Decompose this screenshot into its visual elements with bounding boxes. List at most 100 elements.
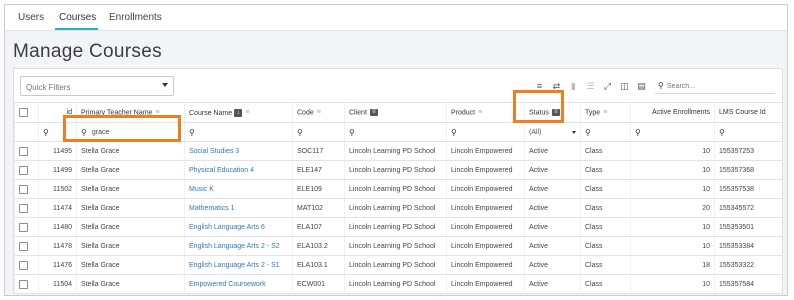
table-row[interactable]: 11504 Stella Grace Empowered Coursework … xyxy=(14,274,783,294)
header-label: Client xyxy=(349,109,367,117)
header-teacher[interactable]: Primary Teacher Name ≡ xyxy=(76,102,185,123)
cell-type: Class xyxy=(580,160,631,180)
table-row[interactable]: 11476 Stella Grace English Language Arts… xyxy=(14,255,783,275)
cell-status: Active xyxy=(524,160,581,180)
teacher-filter-input[interactable] xyxy=(91,128,152,136)
header-label: Product xyxy=(451,109,476,117)
filter-code[interactable]: ⚲ xyxy=(292,122,345,142)
cell-enrollments: 10 xyxy=(630,179,715,199)
table-row[interactable]: 11499 Stella Grace Physical Education 4 … xyxy=(14,160,783,180)
cell-code: ELE147 xyxy=(292,160,345,180)
filter-active-icon[interactable]: ≡ xyxy=(369,108,378,116)
expand-icon[interactable]: ⤢ xyxy=(602,81,613,92)
filter-icon[interactable]: ≡ xyxy=(603,109,607,116)
filter-icon[interactable]: ≡ xyxy=(245,109,249,116)
cell-course-link[interactable]: English Language Arts 6 xyxy=(184,217,293,237)
cell-enrollments: 10 xyxy=(630,141,715,161)
table-row[interactable]: 11478 Stella Grace English Language Arts… xyxy=(14,236,783,256)
header-status[interactable]: Status ≡ xyxy=(524,102,581,123)
cell-course-link[interactable]: English Language Arts 2 - S2 xyxy=(184,236,293,256)
table-row[interactable]: 11495 Stella Grace Social Studies 3 SOC1… xyxy=(14,141,783,161)
cell-course-link[interactable]: Empowered Coursework xyxy=(184,274,293,294)
table-row[interactable]: 11480 Stella Grace English Language Arts… xyxy=(14,217,783,237)
cell-enrollments: 20 xyxy=(630,198,715,218)
filter-teacher[interactable]: ⚲ xyxy=(76,122,185,142)
cell-course-link[interactable]: Music K xyxy=(184,179,293,199)
cell-course-link[interactable]: Physical Education 4 xyxy=(184,160,293,180)
cell-teacher: Stella Grace xyxy=(76,274,185,294)
row-checkbox[interactable] xyxy=(19,241,28,251)
delete-icon[interactable]: ▮ xyxy=(568,81,579,92)
filter-product[interactable]: ⚲ xyxy=(446,122,525,142)
header-client[interactable]: Client ≡ xyxy=(344,102,447,123)
filter-id[interactable]: ⚲ xyxy=(38,122,77,142)
cell-teacher: Stella Grace xyxy=(76,141,185,161)
header-course-name[interactable]: Course Name ↓ ≡ xyxy=(184,102,293,123)
courses-grid: ≡ ⇄ ▮ ☰ ⤢ ◫ ▤ ⚲ id Primary Teacher Name≡… xyxy=(13,68,783,294)
chevron-down-icon[interactable] xyxy=(572,130,576,134)
header-id[interactable]: id xyxy=(38,102,77,123)
quick-filters-input[interactable] xyxy=(21,78,151,97)
cell-course-link[interactable]: Mathematics 1 xyxy=(184,198,293,218)
row-checkbox[interactable] xyxy=(19,184,28,194)
cell-client: Lincoln Learning PD School xyxy=(344,160,447,180)
filter-icon[interactable]: ≡ xyxy=(155,109,159,116)
tab-users[interactable]: Users xyxy=(18,12,44,23)
cell-lms-id: 155357538 xyxy=(714,179,783,199)
cell-course-link[interactable]: Social Studies 3 xyxy=(184,141,293,161)
swap-icon[interactable]: ⇄ xyxy=(551,81,562,92)
filter-course-name[interactable]: ⚲ xyxy=(184,122,293,142)
grid-search[interactable]: ⚲ xyxy=(655,79,775,94)
filter-icon[interactable]: ≡ xyxy=(534,81,545,92)
filter-active-icon[interactable]: ≡ xyxy=(551,108,560,116)
search-icon: ⚲ xyxy=(349,127,355,137)
filter-client[interactable]: ⚲ xyxy=(344,122,447,142)
cell-teacher: Stella Grace xyxy=(76,236,185,256)
export-icon[interactable]: ◫ xyxy=(619,81,630,92)
filter-type[interactable]: ⚲ xyxy=(580,122,631,142)
header-type[interactable]: Type ≡ xyxy=(580,102,631,123)
select-all-cell xyxy=(14,102,39,123)
row-checkbox[interactable] xyxy=(19,279,28,289)
cell-course-link[interactable]: English Language Arts 2 - S1 xyxy=(184,255,293,275)
row-checkbox[interactable] xyxy=(19,146,28,156)
cell-lms-id: 155345572 xyxy=(714,198,783,218)
table-row[interactable]: 11502 Stella Grace Music K ELE109 Lincol… xyxy=(14,179,783,199)
tab-enrollments[interactable]: Enrollments xyxy=(109,12,162,23)
cell-lms-id: 155353501 xyxy=(714,217,783,237)
filter-status[interactable]: (All) xyxy=(524,122,581,142)
columns-icon[interactable]: ☰ xyxy=(585,81,596,92)
filter-icon[interactable]: ≡ xyxy=(317,109,321,116)
cell-code: ECW001 xyxy=(292,274,345,294)
filter-active-enrollments[interactable]: ⚲ xyxy=(630,122,715,142)
table-row[interactable]: 11474 Stella Grace Mathematics 1 MAT102 … xyxy=(14,198,783,218)
select-all-checkbox[interactable] xyxy=(19,108,28,117)
cell-teacher: Stella Grace xyxy=(76,217,185,237)
header-label: Active Enrollments xyxy=(652,109,710,116)
grid-search-input[interactable] xyxy=(667,80,771,92)
filter-lms-course-id[interactable]: ⚲ xyxy=(714,122,783,142)
page-title: Manage Courses xyxy=(13,41,162,62)
search-icon: ⚲ xyxy=(81,127,87,137)
tab-bar: Users Courses Enrollments xyxy=(5,5,787,31)
tab-courses[interactable]: Courses xyxy=(59,12,96,23)
header-code[interactable]: Code ≡ xyxy=(292,102,345,123)
sort-down-icon[interactable]: ↓ xyxy=(234,108,243,117)
row-checkbox[interactable] xyxy=(19,203,28,213)
header-active-enrollments[interactable]: Active Enrollments xyxy=(630,102,715,123)
quick-filters-dropdown[interactable] xyxy=(20,76,174,97)
row-checkbox[interactable] xyxy=(19,165,28,175)
cell-enrollments: 10 xyxy=(630,236,715,256)
filter-row: ⚲ ⚲ ⚲ ⚲ ⚲ ⚲ (All) ⚲ ⚲ ⚲ xyxy=(14,122,783,142)
cell-id: 11474 xyxy=(38,198,77,218)
header-product[interactable]: Product ≡ xyxy=(446,102,525,123)
row-checkbox[interactable] xyxy=(19,260,28,270)
row-checkbox[interactable] xyxy=(19,222,28,232)
cell-lms-id: 155357584 xyxy=(714,274,783,294)
cell-product: Lincoln Empowered xyxy=(446,198,525,218)
cell-lms-id: 155353322 xyxy=(714,255,783,275)
chevron-down-icon[interactable] xyxy=(162,83,168,87)
header-lms-course-id[interactable]: LMS Course Id xyxy=(714,102,783,123)
filter-icon[interactable]: ≡ xyxy=(478,109,482,116)
print-icon[interactable]: ▤ xyxy=(636,81,647,92)
